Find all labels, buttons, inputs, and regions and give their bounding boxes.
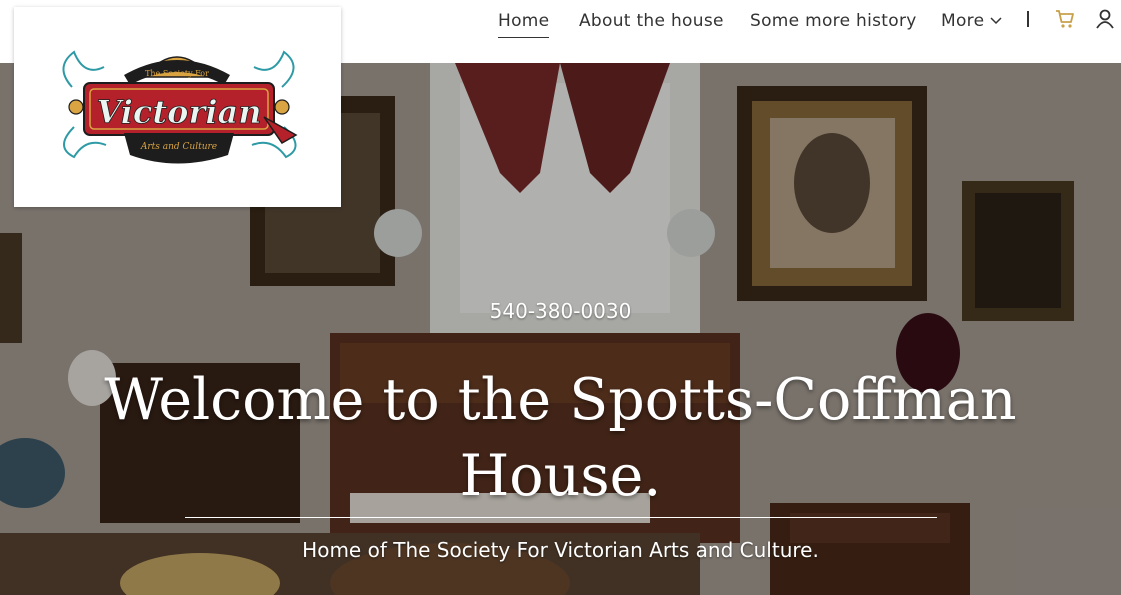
nav-more-label: More [941,11,985,31]
hero-title-divider [185,517,937,518]
site-logo[interactable]: The Society For Victorian Arts and Cultu… [14,7,341,207]
nav-divider [1027,11,1029,27]
hero-phone[interactable]: 540-380-0030 [0,299,1121,323]
hero-title: Welcome to the Spotts-Coffman House. [104,367,1017,509]
user-icon[interactable] [1094,8,1116,30]
nav-about-the-house[interactable]: About the house [579,11,724,31]
victorian-logo-image: The Society For Victorian Arts and Cultu… [62,50,298,164]
hero-subtitle: Home of The Society For Victorian Arts a… [302,538,819,562]
logo-top-text: The Society For [145,69,209,78]
nav-some-more-history[interactable]: Some more history [750,11,917,31]
logo-bottom-text: Arts and Culture [140,142,217,152]
chevron-down-icon [990,17,1002,25]
nav-home[interactable]: Home [498,11,550,38]
nav-more[interactable]: More [941,11,1002,31]
logo-main-text: Victorian [96,93,261,131]
cart-icon[interactable] [1054,8,1076,30]
